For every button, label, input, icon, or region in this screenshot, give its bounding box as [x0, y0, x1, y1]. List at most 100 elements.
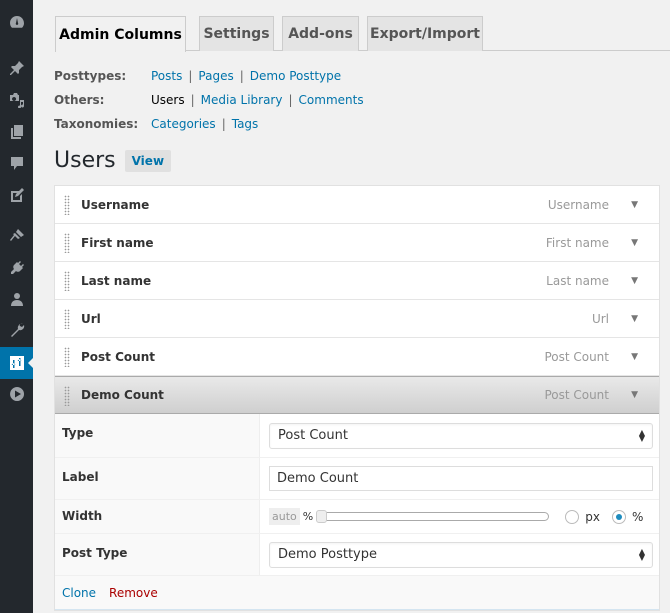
play-icon[interactable]	[0, 380, 33, 408]
tools-icon[interactable]	[0, 316, 33, 344]
tab-bar: Admin Columns Settings Add-ons Export/Im…	[55, 16, 670, 52]
column-type: First name	[545, 235, 609, 250]
nav-row-posttypes: Posttypes: Posts | Pages | Demo Posttype	[54, 64, 364, 88]
post-type-select-value: Demo Posttype	[278, 547, 377, 562]
media-icon[interactable]	[0, 86, 33, 114]
column-name[interactable]: Demo Count	[81, 388, 164, 402]
column-name[interactable]: Last name	[81, 274, 151, 288]
nav-link-demo-posttype[interactable]: Demo Posttype	[250, 69, 341, 83]
admin-columns-icon[interactable]	[0, 347, 33, 379]
setting-label-row: Label Demo Count	[55, 458, 659, 500]
tab-export-import[interactable]: Export/Import	[367, 16, 483, 51]
slider-handle[interactable]	[316, 510, 328, 523]
column-type: Post Count	[544, 388, 609, 402]
nav-label: Taxonomies:	[54, 117, 139, 131]
column-name[interactable]: First name	[81, 236, 154, 250]
nav-separator: |	[239, 69, 244, 83]
drag-handle-icon[interactable]	[64, 309, 70, 329]
column-row: Post Count Post Count ▼	[55, 338, 659, 376]
setting-label: Width	[55, 500, 260, 533]
columns-list: Username Username ▼ First name First nam…	[54, 185, 660, 611]
drag-handle-icon[interactable]	[64, 233, 70, 253]
remove-link[interactable]: Remove	[109, 586, 158, 600]
drag-handle-icon[interactable]	[64, 195, 70, 215]
type-select-value: Post Count	[278, 428, 348, 443]
column-type: Username	[547, 197, 609, 212]
toggle-arrow-icon[interactable]: ▼	[631, 352, 638, 362]
tab-settings[interactable]: Settings	[199, 16, 274, 51]
column-row: First name First name ▼	[55, 224, 659, 262]
label-input[interactable]: Demo Count	[269, 466, 653, 491]
setting-width: Width auto % px %	[55, 500, 659, 534]
nav-link-users[interactable]: Users	[151, 93, 185, 107]
view-button[interactable]: View	[124, 149, 172, 172]
column-name[interactable]: Post Count	[81, 350, 155, 364]
width-slider[interactable]	[316, 510, 550, 523]
setting-label: Type	[55, 414, 260, 457]
nav-label: Posttypes:	[54, 69, 127, 83]
setting-type: Type Post Count ▲ ▼	[55, 414, 659, 458]
column-actions: Clone Remove	[55, 576, 659, 610]
tab-admin-columns[interactable]: Admin Columns	[55, 16, 186, 52]
nav-separator: |	[221, 117, 226, 131]
nav-link-media-library[interactable]: Media Library	[201, 93, 283, 107]
column-row: Last name Last name ▼	[55, 262, 659, 300]
column-type: Post Count	[544, 349, 609, 364]
comments-icon[interactable]	[0, 149, 33, 177]
nav-row-taxonomies: Taxonomies: Categories | Tags	[54, 112, 364, 136]
nav-separator: |	[190, 93, 195, 107]
toggle-arrow-icon[interactable]: ▼	[631, 314, 638, 324]
dashboard-icon[interactable]	[0, 8, 33, 36]
percent-radio-label: %	[631, 509, 644, 524]
main-content: Admin Columns Settings Add-ons Export/Im…	[33, 0, 670, 613]
select-arrows-icon: ▲ ▼	[638, 546, 645, 562]
column-row: Username Username ▼	[55, 186, 659, 224]
toggle-arrow-icon[interactable]: ▼	[631, 276, 638, 286]
feedback-icon[interactable]	[0, 181, 33, 209]
pages-icon[interactable]	[0, 118, 33, 146]
width-unit-label: %	[302, 510, 314, 523]
toggle-arrow-icon[interactable]: ▼	[631, 390, 638, 400]
plugins-icon[interactable]	[0, 254, 33, 282]
post-type-select[interactable]: Demo Posttype ▲ ▼	[269, 541, 653, 568]
pin-icon[interactable]	[0, 54, 33, 82]
px-radio[interactable]	[565, 509, 580, 524]
users-icon[interactable]	[0, 285, 33, 313]
percent-radio[interactable]	[611, 509, 626, 524]
width-value[interactable]: auto	[269, 508, 300, 525]
nav-label: Others:	[54, 93, 105, 107]
page-title: Users	[54, 148, 116, 173]
nav-link-pages[interactable]: Pages	[198, 69, 233, 83]
drag-handle-icon[interactable]	[64, 271, 70, 291]
admin-sidebar	[0, 0, 33, 613]
drag-handle-icon[interactable]	[64, 386, 70, 406]
page-heading: Users View	[54, 148, 172, 173]
posttype-nav: Posttypes: Posts | Pages | Demo Posttype…	[54, 64, 364, 136]
column-row-open: Demo Count Post Count ▼	[55, 376, 659, 414]
toggle-arrow-icon[interactable]: ▼	[631, 238, 638, 248]
setting-post-type: Post Type Demo Posttype ▲ ▼	[55, 534, 659, 576]
column-settings: Type Post Count ▲ ▼ Label Demo Count Widt…	[55, 414, 659, 610]
type-select[interactable]: Post Count ▲ ▼	[269, 422, 653, 449]
nav-separator: |	[288, 93, 293, 107]
drag-handle-icon[interactable]	[64, 347, 70, 367]
column-row: Url Url ▼	[55, 300, 659, 338]
nav-link-comments[interactable]: Comments	[299, 93, 364, 107]
column-type: Last name	[546, 273, 609, 288]
nav-separator: |	[188, 69, 193, 83]
select-arrows-icon: ▲ ▼	[638, 427, 645, 443]
column-name[interactable]: Url	[81, 312, 101, 326]
nav-link-posts[interactable]: Posts	[151, 69, 182, 83]
nav-row-others: Others: Users | Media Library | Comments	[54, 88, 364, 112]
px-radio-label: px	[585, 509, 600, 524]
nav-link-categories[interactable]: Categories	[151, 117, 216, 131]
nav-link-tags[interactable]: Tags	[232, 117, 259, 131]
clone-link[interactable]: Clone	[62, 586, 96, 600]
appearance-icon[interactable]	[0, 222, 33, 250]
toggle-arrow-icon[interactable]: ▼	[631, 200, 638, 210]
column-name[interactable]: Username	[81, 198, 149, 212]
column-type: Url	[591, 311, 609, 326]
tab-add-ons[interactable]: Add-ons	[282, 16, 359, 51]
setting-label: Post Type	[55, 534, 260, 575]
setting-label: Label	[55, 458, 260, 499]
